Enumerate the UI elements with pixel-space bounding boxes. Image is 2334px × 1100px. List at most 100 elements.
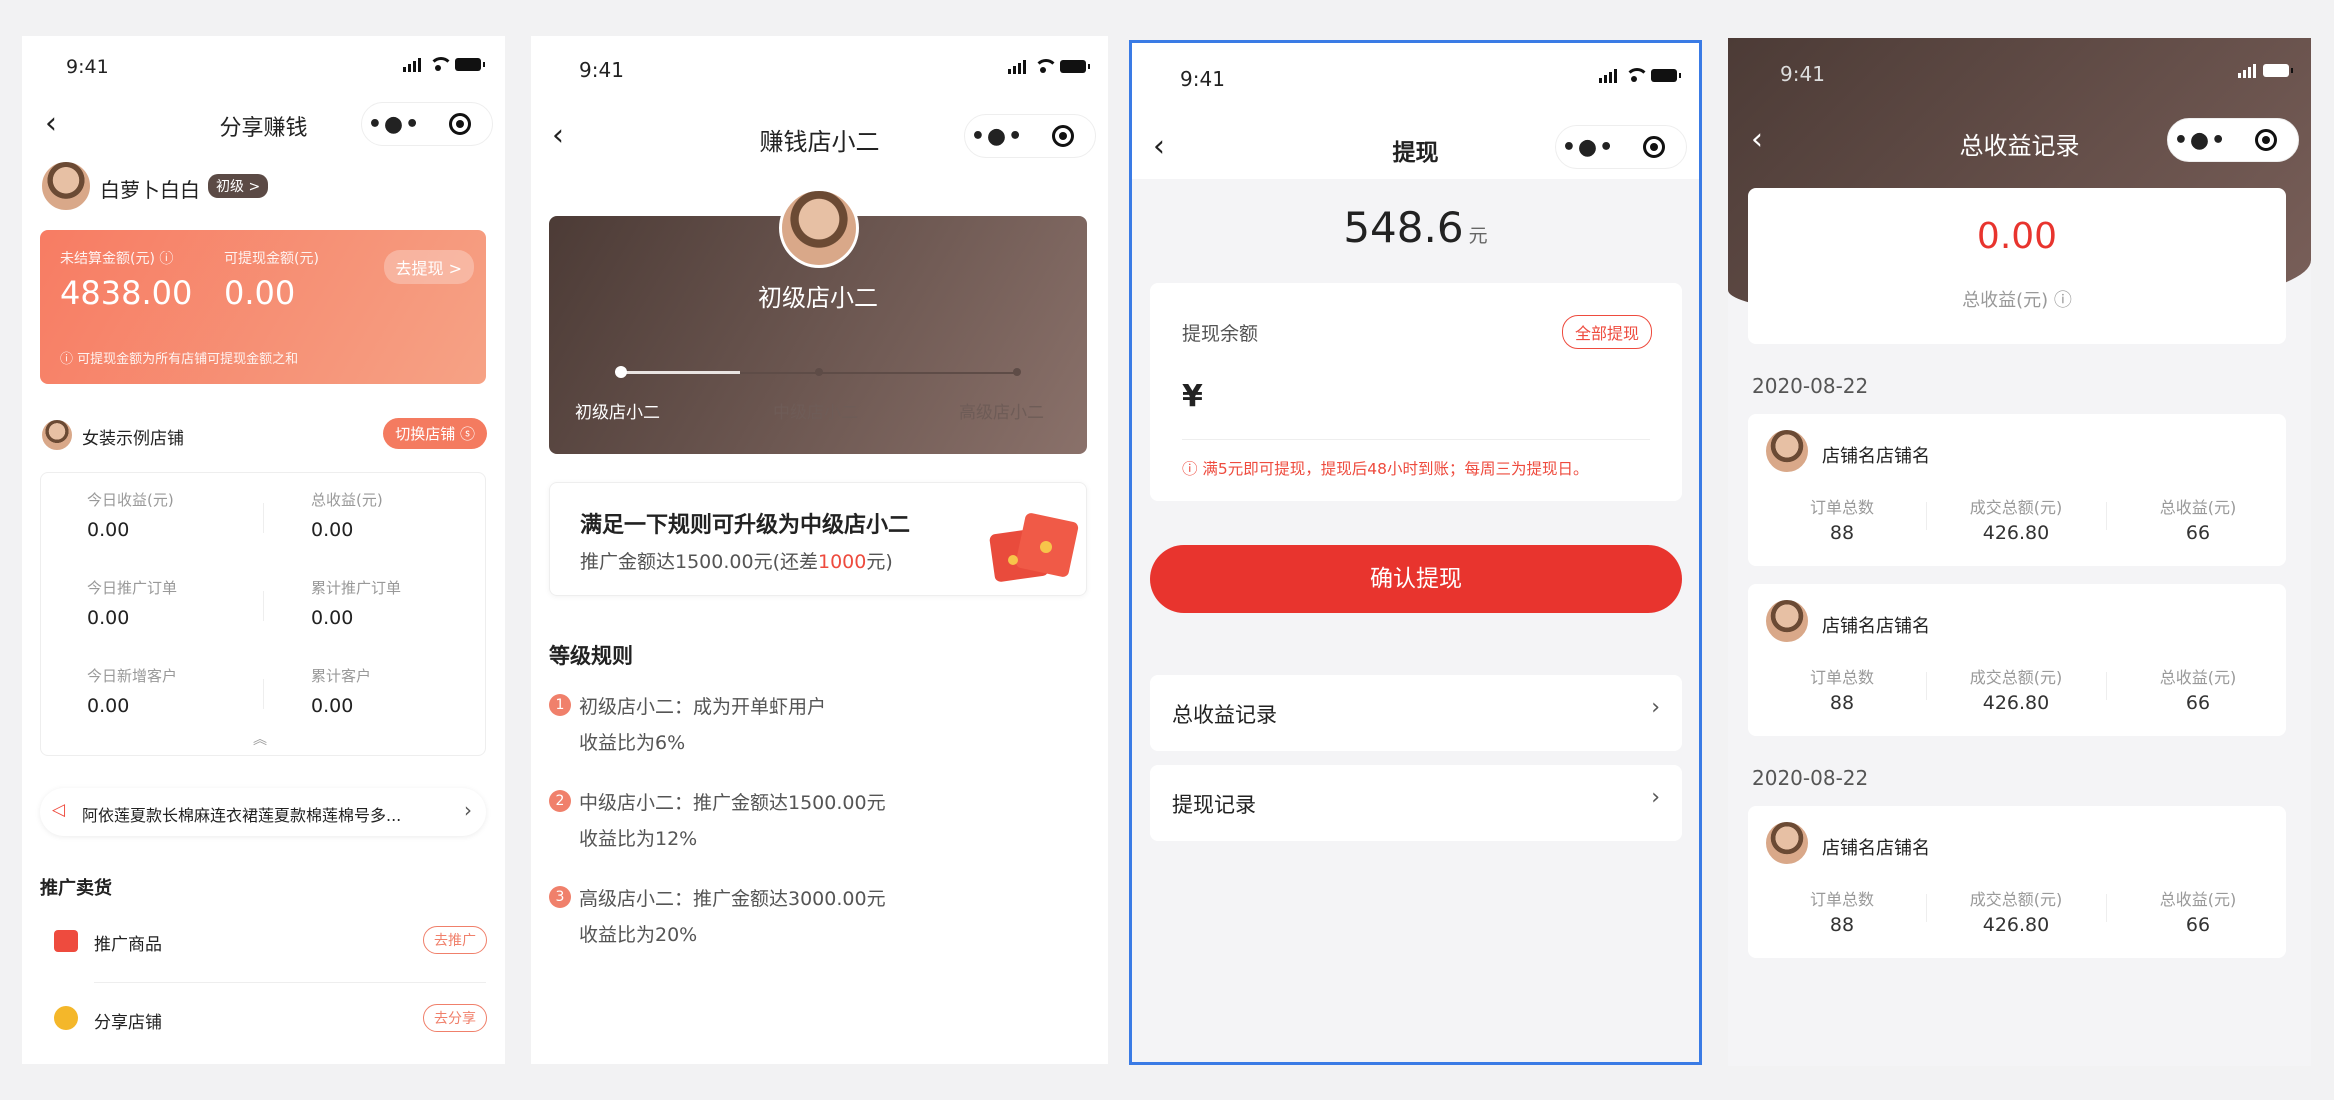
more-icon[interactable]: •●• [2168, 128, 2233, 153]
share-shop-button[interactable]: 去分享 [423, 1004, 487, 1032]
close-target-icon[interactable] [1621, 136, 1686, 158]
balance-amount: 548.6 [1343, 203, 1464, 252]
signal-icon [1008, 58, 1026, 74]
collapse-icon[interactable]: ︽ [253, 729, 267, 749]
stat-value: 0.00 [87, 695, 130, 717]
orders-label: 订单总数 [1809, 890, 1874, 909]
stat-label: 累计客户 [311, 667, 372, 685]
notice-bar[interactable]: ◁ 阿依莲夏款长棉麻连衣裙莲夏款棉莲棉号多... › [40, 788, 486, 836]
status-bar: 9:41 [1132, 43, 1699, 103]
withdraw-all-button[interactable]: 全部提现 [1561, 315, 1652, 349]
withdraw-note: ⓘ 可提现金额为所有店铺可提现金额之和 [60, 352, 299, 367]
stat-label: 总收益(元) [311, 491, 383, 509]
balance-label: 提现余额 [1182, 323, 1259, 345]
navbar: ‹ 分享赚钱 •●• [22, 96, 505, 152]
stat-label: 今日推广订单 [87, 579, 178, 597]
screen-withdraw: 9:41 ‹ 提现 •●• 548.6 元 提现余额 全部提现 ¥ ⓘ 满5元即… [1129, 40, 1702, 1065]
total-income-card: 0.00 总收益(元) ⓘ [1748, 188, 2286, 344]
shopping-bag-icon [54, 930, 78, 952]
rule-number: 3 [549, 886, 571, 908]
income-record[interactable]: 店铺名店铺名 订单总数 88 成交总额(元) 426.80 总收益(元) 66 [1748, 806, 2286, 958]
level-dot [1013, 368, 1021, 376]
amount-value: 426.80 [1982, 914, 2050, 936]
menu-withdraw-records[interactable]: 提现记录 › [1150, 765, 1682, 841]
confirm-withdraw-button[interactable]: 确认提现 [1150, 545, 1682, 613]
menu-label: 总收益记录 [1172, 703, 1277, 727]
balance-unit: 元 [1468, 225, 1488, 247]
orders-label: 订单总数 [1809, 498, 1874, 517]
shop-name: 女装示例店铺 [82, 429, 184, 449]
rule-line: 收益比为20% [579, 924, 698, 946]
signal-icon [403, 56, 421, 72]
status-time: 9:41 [1180, 67, 1225, 91]
close-target-icon[interactable] [427, 113, 492, 135]
total-income-label: 总收益(元) ⓘ [1962, 290, 2072, 311]
withdraw-button[interactable]: 去提现 > [383, 250, 474, 284]
battery-icon [2263, 63, 2293, 77]
coins-icon [54, 1006, 78, 1030]
shop-name: 店铺名店铺名 [1822, 838, 1930, 859]
income-record[interactable]: 店铺名店铺名 订单总数 88 成交总额(元) 426.80 总收益(元) 66 [1748, 414, 2286, 566]
status-bar: 9:41 [531, 36, 1108, 96]
orders-value: 88 [1829, 914, 1855, 936]
switch-shop-button[interactable]: 切换店铺 ⓢ [383, 418, 487, 449]
signal-icon [1599, 67, 1617, 83]
income-value: 66 [2185, 914, 2211, 936]
income-label: 总收益(元) [2159, 890, 2237, 909]
promote-goods-button[interactable]: 去推广 [423, 926, 487, 954]
amount-value: 426.80 [1982, 692, 2050, 714]
red-envelope-icon [988, 511, 1080, 583]
screen-share-earn: 9:41 ‹ 分享赚钱 •●• 白萝卜白白 初级 > 未结算金额(元) ⓘ 48… [22, 36, 505, 1064]
level-badge[interactable]: 初级 > [208, 174, 269, 198]
battery-icon [455, 57, 485, 71]
withdrawable-label: 可提现金额(元) [224, 251, 319, 267]
wifi-icon [1033, 59, 1058, 73]
rule-line: 高级店小二：推广金额达3000.00元 [579, 888, 886, 910]
more-icon[interactable]: •●• [362, 112, 427, 137]
level-dot [815, 368, 823, 376]
rules-title: 等级规则 [549, 644, 633, 668]
menu-income-records[interactable]: 总收益记录 › [1150, 675, 1682, 751]
total-income-value: 0.00 [1976, 216, 2058, 257]
screen-level: 9:41 ‹ 赚钱店小二 •●• 初级店小二 初级店小二 中级店小二 高级店小二… [531, 36, 1108, 1064]
status-time: 9:41 [579, 58, 624, 82]
signal-icon [2238, 62, 2256, 78]
rule-line: 中级店小二：推广金额达1500.00元 [579, 792, 886, 814]
chevron-right-icon: › [1651, 695, 1660, 720]
speaker-icon: ◁ [52, 800, 66, 820]
mini-program-capsule: •●• [361, 102, 493, 146]
chevron-right-icon: › [1651, 785, 1660, 810]
income-record[interactable]: 店铺名店铺名 订单总数 88 成交总额(元) 426.80 总收益(元) 66 [1748, 584, 2286, 736]
chevron-right-icon: › [464, 798, 472, 822]
status-time: 9:41 [66, 56, 109, 78]
more-icon[interactable]: •●• [965, 124, 1030, 149]
mini-program-capsule: •●• [2167, 118, 2299, 162]
stat-value: 0.00 [311, 607, 354, 629]
unsettled-value: 4838.00 [60, 274, 193, 312]
close-target-icon[interactable] [1030, 125, 1095, 147]
wifi-icon [1624, 68, 1649, 82]
mini-program-capsule: •●• [964, 114, 1096, 158]
more-icon[interactable]: •●• [1556, 135, 1621, 160]
rule-line: 初级店小二：成为开单虾用户 [579, 696, 827, 718]
balance-display: 548.6 元 [1132, 203, 1699, 252]
unsettled-label: 未结算金额(元) ⓘ [60, 251, 174, 267]
rule-number: 1 [549, 694, 571, 716]
rule-line: 收益比为12% [579, 828, 698, 850]
stat-value: 0.00 [311, 695, 354, 717]
level-title: 初级店小二 [758, 284, 878, 312]
navbar: ‹ 提现 •●• [1132, 119, 1699, 175]
stat-value: 0.00 [311, 519, 354, 541]
rule-number: 2 [549, 790, 571, 812]
amount-input[interactable] [1182, 381, 1642, 425]
close-target-icon[interactable] [2233, 129, 2298, 151]
orders-label: 订单总数 [1809, 668, 1874, 687]
stat-value: 0.00 [87, 607, 130, 629]
shop-name: 店铺名店铺名 [1822, 616, 1930, 637]
rule-line: 收益比为6% [579, 732, 686, 754]
shop-avatar [1764, 598, 1810, 644]
level-label: 初级店小二 [575, 403, 660, 423]
amount-value: 426.80 [1982, 522, 2050, 544]
earnings-card: 未结算金额(元) ⓘ 4838.00 可提现金额(元) 0.00 去提现 > ⓘ… [40, 230, 486, 384]
battery-icon [1651, 68, 1681, 82]
